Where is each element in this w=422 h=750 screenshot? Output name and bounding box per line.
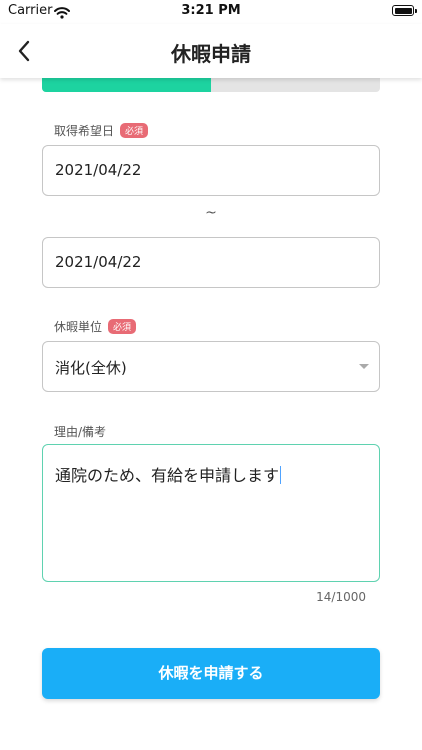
unit-label: 休暇単位: [54, 320, 103, 334]
reason-label: 理由/備考: [54, 425, 107, 439]
navigation-bar: 休暇申請: [0, 24, 422, 78]
page-title: 休暇申請: [171, 42, 251, 66]
leave-unit-select[interactable]: 消化(全休): [42, 341, 380, 392]
end-date-value: 2021/04/22: [55, 253, 142, 271]
required-badge: 必須: [120, 123, 149, 138]
date-range-separator: ~: [205, 205, 217, 221]
leave-unit-value: 消化(全休): [55, 359, 127, 377]
end-date-field[interactable]: 2021/04/22: [42, 237, 380, 288]
start-date-field[interactable]: 2021/04/22: [42, 145, 380, 196]
date-label-row: 取得希望日 必須: [54, 122, 149, 139]
unit-label-row: 休暇単位 必須: [54, 318, 137, 335]
submit-leave-button[interactable]: 休暇を申請する: [42, 648, 380, 699]
start-date-value: 2021/04/22: [55, 161, 142, 179]
text-cursor: [280, 466, 282, 484]
character-counter: 14/1000: [316, 590, 366, 604]
status-bar: Carrier 3:21 PM: [0, 0, 422, 24]
dropdown-arrow-icon: [359, 364, 369, 369]
date-label: 取得希望日: [54, 124, 115, 138]
reason-text: 通院のため、有給を申請します: [55, 466, 280, 485]
required-badge: 必須: [108, 319, 137, 334]
reason-text-row: 通院のため、有給を申請します: [55, 462, 282, 486]
clock: 3:21 PM: [181, 3, 241, 18]
battery-icon: [392, 5, 417, 16]
reason-textarea[interactable]: 通院のため、有給を申請します: [42, 444, 380, 582]
